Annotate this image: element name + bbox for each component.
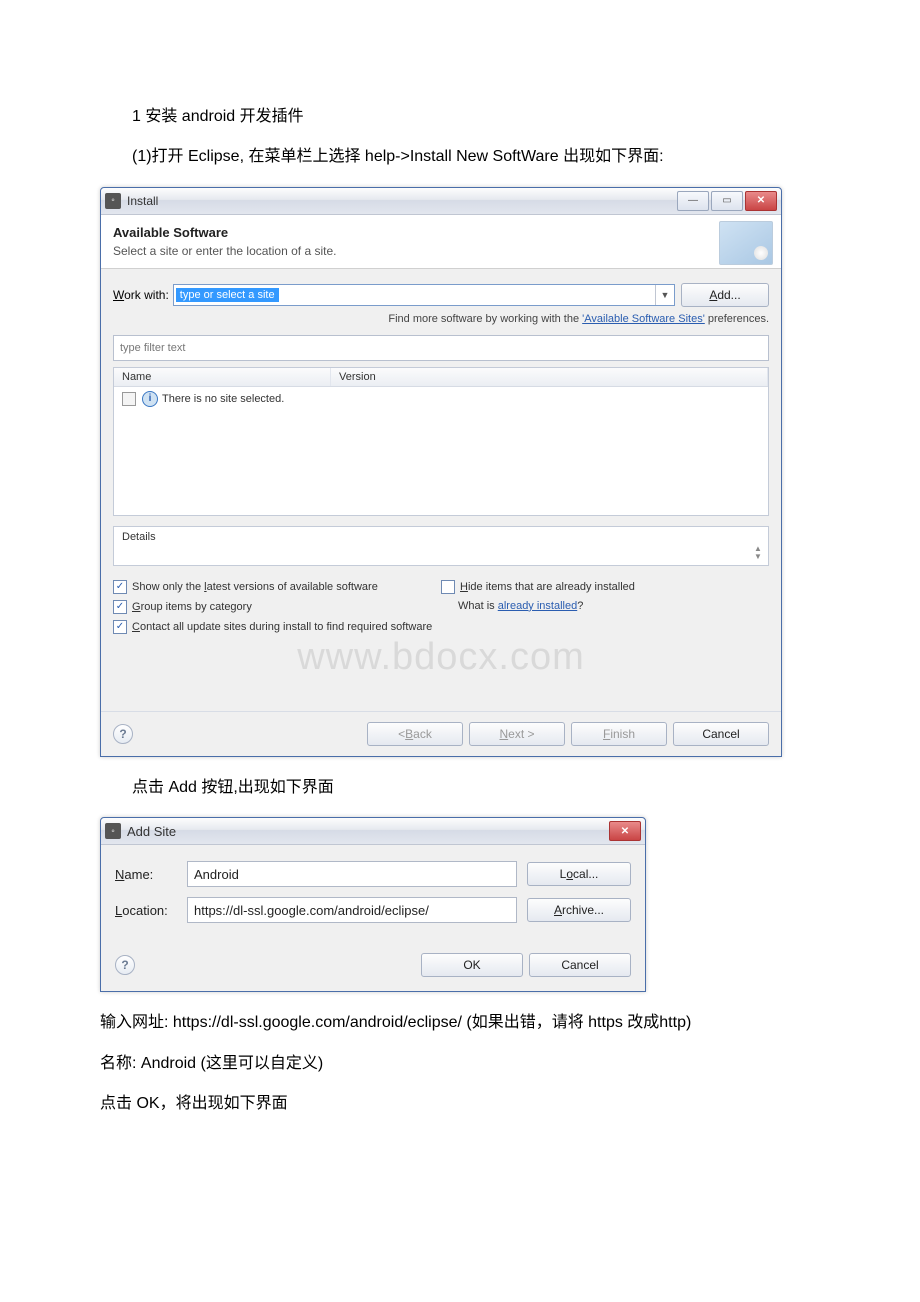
local-button[interactable]: Local... <box>527 862 631 886</box>
hint-text: Find more software by working with the '… <box>113 313 769 325</box>
details-label: Details <box>114 527 768 543</box>
name-input[interactable]: Android <box>187 861 517 887</box>
filter-input[interactable]: type filter text <box>113 335 769 361</box>
what-is-installed: What is already installed? <box>441 600 769 612</box>
banner-title: Available Software <box>113 225 769 240</box>
add-button[interactable]: Add... <box>681 283 769 307</box>
next-button[interactable]: Next > <box>469 722 565 746</box>
app-icon: ◦ <box>105 193 121 209</box>
banner: Available Software Select a site or ente… <box>101 215 781 269</box>
location-label: Location: <box>115 903 187 918</box>
software-table: Name Version i There is no site selected… <box>113 367 769 516</box>
already-installed-link[interactable]: already installed <box>498 600 578 612</box>
close-button[interactable]: ✕ <box>609 821 641 841</box>
click-ok-text: 点击 OK，将出现如下界面 <box>100 1093 820 1115</box>
install-window: ◦ Install — ▭ ✕ Available Software Selec… <box>100 187 782 757</box>
table-row: i There is no site selected. <box>122 391 760 407</box>
cancel-button[interactable]: Cancel <box>529 953 631 977</box>
col-name[interactable]: Name <box>114 368 331 386</box>
checkbox-checked-icon[interactable]: ✓ <box>113 600 127 614</box>
step-title: 1 安装 android 开发插件 <box>100 106 820 128</box>
opt-contact-sites[interactable]: ✓ Contact all update sites during instal… <box>113 620 441 634</box>
opt-hide-installed[interactable]: ✓ Hide items that are already installed <box>441 580 769 594</box>
step-desc: (1)打开 Eclipse, 在菜单栏上选择 help->Install New… <box>100 146 820 168</box>
titlebar: ◦ Add Site ✕ <box>101 818 645 845</box>
chevron-down-icon[interactable]: ▼ <box>655 285 674 305</box>
available-sites-link[interactable]: 'Available Software Sites' <box>582 313 705 325</box>
name-label: Name: <box>115 867 187 882</box>
enter-url-text: 输入网址: https://dl-ssl.google.com/android/… <box>100 1012 820 1034</box>
checkbox-unchecked-icon[interactable]: ✓ <box>441 580 455 594</box>
close-button[interactable]: ✕ <box>745 191 777 211</box>
details-spinner-icon[interactable]: ▲▼ <box>752 545 764 561</box>
click-add-text: 点击 Add 按钮,出现如下界面 <box>100 777 820 799</box>
col-version[interactable]: Version <box>331 368 768 386</box>
cancel-button[interactable]: Cancel <box>673 722 769 746</box>
minimize-button[interactable]: — <box>677 191 709 211</box>
banner-desc: Select a site or enter the location of a… <box>113 244 769 258</box>
titlebar: ◦ Install — ▭ ✕ <box>101 188 781 215</box>
finish-button[interactable]: Finish <box>571 722 667 746</box>
work-with-combo[interactable]: type or select a site ▼ <box>173 284 675 306</box>
maximize-button[interactable]: ▭ <box>711 191 743 211</box>
archive-button[interactable]: Archive... <box>527 898 631 922</box>
row-checkbox[interactable] <box>122 392 136 406</box>
watermark-text: www.bdocx.com <box>113 636 769 679</box>
checkbox-checked-icon[interactable]: ✓ <box>113 620 127 634</box>
window-title: Install <box>127 194 158 208</box>
window-title: Add Site <box>127 824 176 839</box>
back-button[interactable]: < Back <box>367 722 463 746</box>
add-site-window: ◦ Add Site ✕ Name: Android Local... Loca… <box>100 817 646 992</box>
help-icon[interactable]: ? <box>113 724 133 744</box>
work-with-label: Work with: <box>113 288 169 302</box>
enter-name-text: 名称: Android (这里可以自定义) <box>100 1053 820 1075</box>
info-icon: i <box>142 391 158 407</box>
checkbox-checked-icon[interactable]: ✓ <box>113 580 127 594</box>
banner-image-icon <box>719 221 773 265</box>
ok-button[interactable]: OK <box>421 953 523 977</box>
no-site-text: There is no site selected. <box>162 393 284 405</box>
help-icon[interactable]: ? <box>115 955 135 975</box>
work-with-value: type or select a site <box>176 288 279 302</box>
details-panel: Details ▲▼ <box>113 526 769 566</box>
location-input[interactable]: https://dl-ssl.google.com/android/eclips… <box>187 897 517 923</box>
opt-group-category[interactable]: ✓ Group items by category <box>113 600 441 614</box>
app-icon: ◦ <box>105 823 121 839</box>
opt-latest-versions[interactable]: ✓ Show only the latest versions of avail… <box>113 580 441 594</box>
wizard-footer: ? < Back Next > Finish Cancel <box>101 711 781 756</box>
